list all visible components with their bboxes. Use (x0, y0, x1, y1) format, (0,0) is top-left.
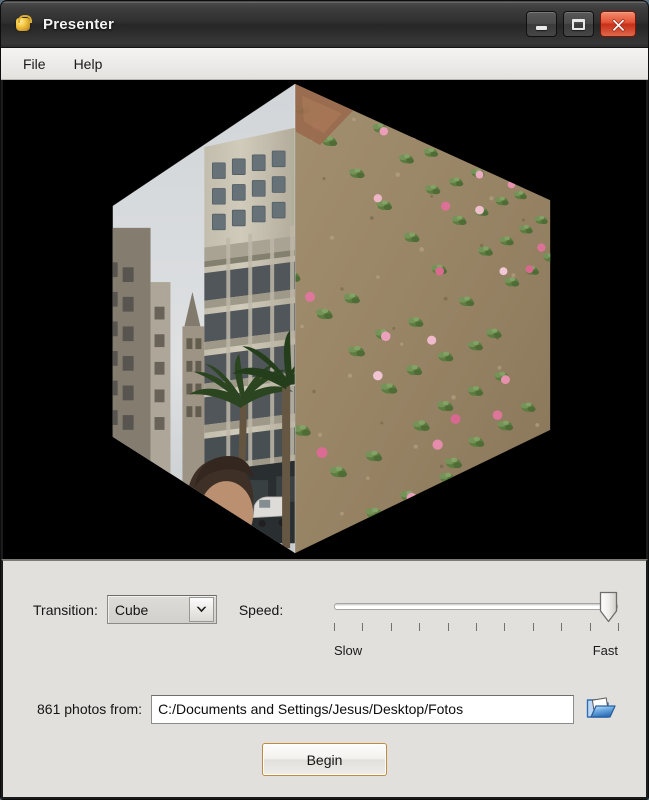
cube-scene (3, 80, 646, 559)
slider-tick (618, 623, 619, 631)
menu-item-help[interactable]: Help (62, 52, 115, 76)
browse-folder-button[interactable] (584, 694, 618, 724)
slider-tick (390, 623, 392, 631)
chevron-down-icon[interactable] (188, 597, 214, 622)
transition-select[interactable]: Cube (106, 595, 217, 624)
speed-slow-label: Slow (334, 643, 363, 658)
maximize-button[interactable] (563, 11, 594, 37)
title-bar: Presenter (1, 1, 648, 48)
folder-path-input[interactable] (151, 694, 574, 724)
moneybag-icon (13, 14, 33, 34)
photos-row: 861 photos from: (37, 694, 618, 724)
window-controls (526, 11, 636, 37)
open-folder-icon (586, 697, 616, 718)
close-button[interactable] (600, 11, 636, 37)
slider-tick (419, 623, 421, 631)
speed-label: Speed: (238, 601, 284, 618)
slider-track[interactable] (334, 603, 618, 610)
photos-count-label: 861 photos from: (37, 701, 143, 717)
begin-button[interactable]: Begin (262, 743, 387, 776)
slider-tick (561, 623, 563, 631)
slider-tick (476, 623, 477, 631)
presenter-window: Presenter File Help Transition: Cube Spe… (0, 0, 649, 800)
slider-tick (504, 623, 506, 631)
slider-tick (589, 623, 591, 631)
minimize-button[interactable] (526, 11, 557, 37)
transition-label: Transition: (33, 601, 98, 618)
transition-selected-value: Cube (114, 601, 149, 618)
speed-fast-label: Fast (592, 643, 618, 658)
menu-bar: File Help (1, 48, 648, 80)
slider-tick (362, 623, 364, 631)
slider-tick (447, 623, 449, 631)
begin-row: Begin (3, 743, 646, 776)
transition-row: Transition: Cube Speed: (33, 595, 293, 624)
slider-end-labels: Slow Fast (334, 643, 618, 658)
slider-tick (532, 623, 534, 631)
slider-tick (334, 623, 335, 631)
control-panel: Transition: Cube Speed: Slow Fast 861 ph… (1, 559, 648, 799)
slider-thumb[interactable] (599, 591, 618, 623)
window-title: Presenter (43, 15, 115, 33)
presentation-viewport[interactable] (1, 80, 648, 559)
close-icon (611, 18, 625, 32)
menu-item-file[interactable]: File (11, 52, 58, 76)
speed-slider[interactable]: Slow Fast (334, 587, 619, 687)
slider-ticks (334, 623, 619, 632)
